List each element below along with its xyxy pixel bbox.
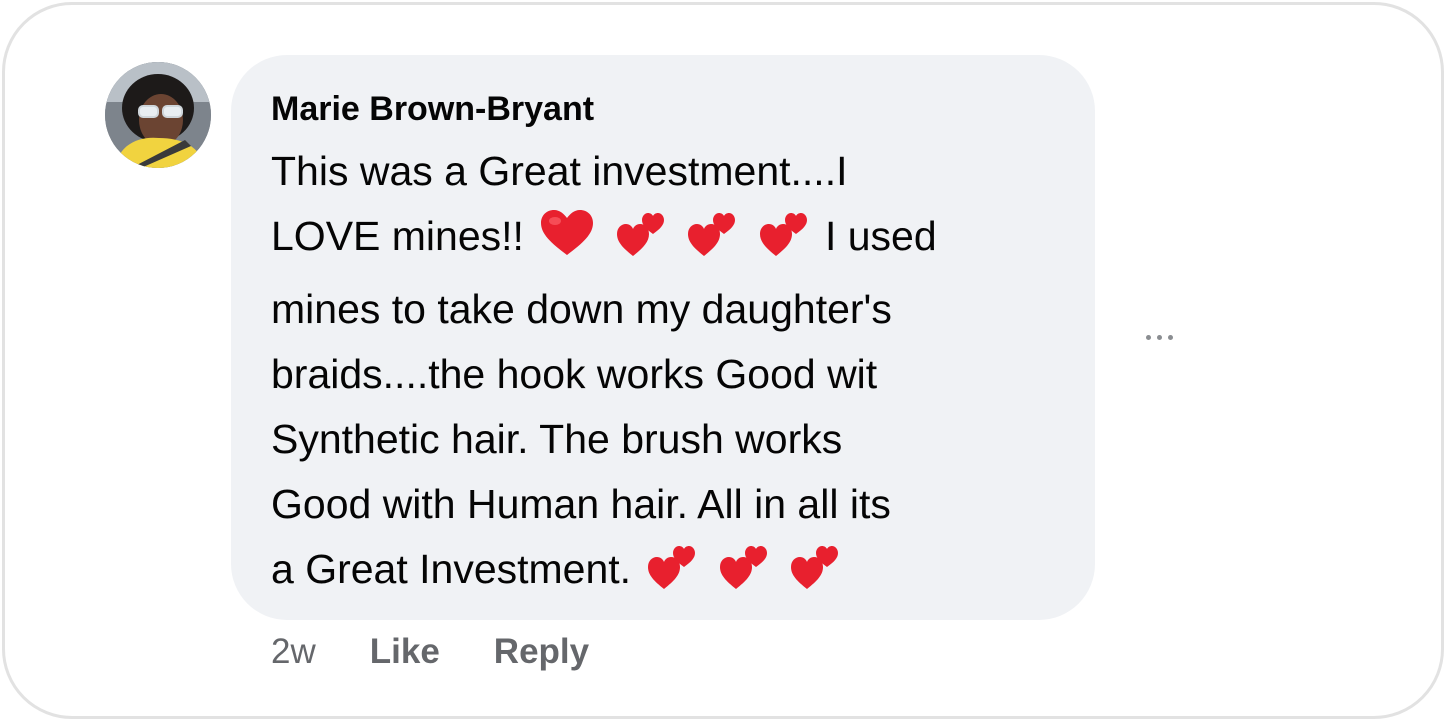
two-hearts-emoji-icon <box>758 210 810 277</box>
author-avatar[interactable] <box>105 62 211 168</box>
comment-text-segment: I used <box>824 213 937 259</box>
comment-text-line: LOVE mines!! I used <box>271 204 1061 277</box>
comment-bubble: Marie Brown-Bryant This was a Great inve… <box>231 55 1095 620</box>
comment-text-segment: This was a Great investment....I <box>271 148 848 194</box>
two-hearts-emoji-icon <box>718 543 770 610</box>
reply-button[interactable]: Reply <box>494 632 589 672</box>
comment-author-name[interactable]: Marie Brown-Bryant <box>271 85 594 133</box>
comment-text-segment: Synthetic hair. The brush works <box>271 416 843 462</box>
comment-text-segment: braids....the hook works Good wit <box>271 351 878 397</box>
comment-text-line: a Great Investment. <box>271 537 1061 610</box>
comment-timestamp[interactable]: 2w <box>271 632 316 672</box>
comment-actions: 2w Like Reply <box>271 627 643 677</box>
comment-text: This was a Great investment....I LOVE mi… <box>271 139 1061 610</box>
comment-text-segment: Good with Human hair. All in all its <box>271 481 891 527</box>
two-hearts-emoji-icon <box>615 210 667 277</box>
two-hearts-emoji-icon <box>686 210 738 277</box>
more-options-icon <box>1145 334 1151 340</box>
comment-text-segment: a Great Investment. <box>271 546 632 592</box>
comment-card: Marie Brown-Bryant This was a Great inve… <box>2 2 1444 719</box>
two-hearts-emoji-icon <box>646 543 698 610</box>
two-hearts-emoji-icon <box>789 543 841 610</box>
comment-text-line: braids....the hook works Good wit <box>271 342 1061 407</box>
comment-text-segment: mines to take down my daughter's <box>271 286 892 332</box>
like-button[interactable]: Like <box>370 632 440 672</box>
avatar-photo-icon <box>105 62 211 168</box>
comment-text-line: Synthetic hair. The brush works <box>271 407 1061 472</box>
more-options-button[interactable] <box>1135 317 1183 357</box>
comment-text-line: Good with Human hair. All in all its <box>271 472 1061 537</box>
comment-text-line: This was a Great investment....I <box>271 139 1061 204</box>
red-heart-emoji-icon <box>539 208 595 277</box>
more-options-icon <box>1156 334 1162 340</box>
comment-text-line: mines to take down my daughter's <box>271 277 1061 342</box>
comment-text-segment: LOVE mines!! <box>271 213 524 259</box>
more-options-icon <box>1167 334 1173 340</box>
